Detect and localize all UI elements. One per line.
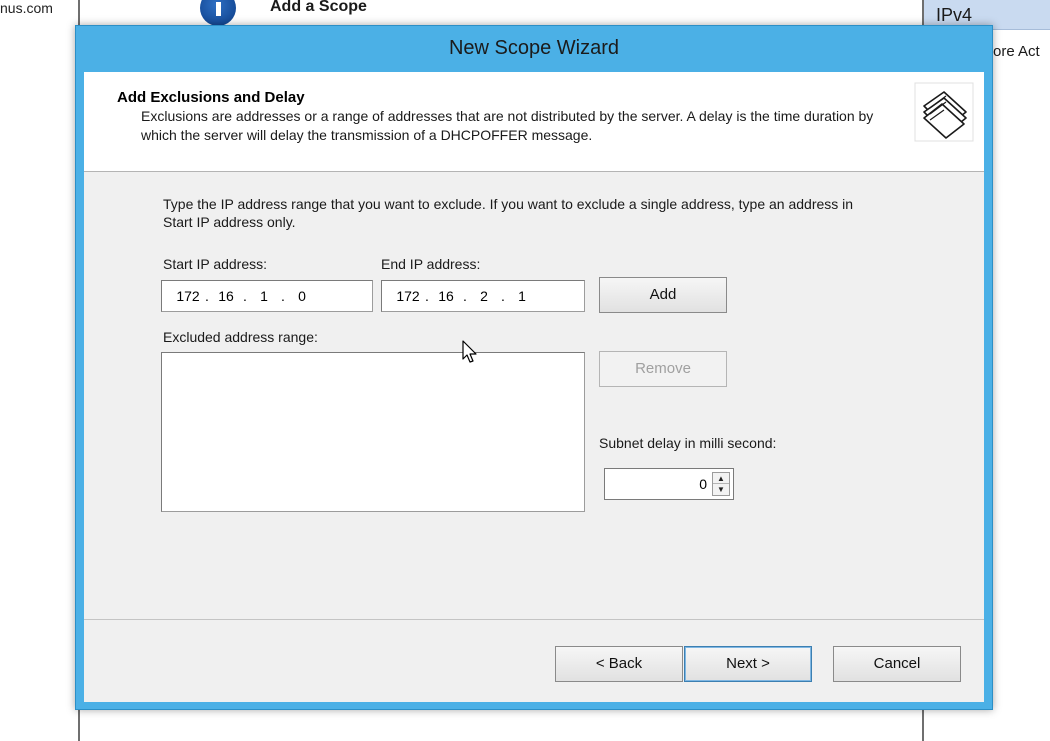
background-wizard-header: Add a Scope [80, 0, 922, 26]
cancel-button[interactable]: Cancel [833, 646, 961, 682]
start-ip-octet-4[interactable]: 0 [288, 288, 316, 304]
end-ip-input[interactable]: 172. 16. 2. 1 [381, 280, 585, 312]
add-button[interactable]: Add [599, 277, 727, 313]
folder-stack-icon [914, 82, 974, 142]
subnet-delay-value[interactable]: 0 [699, 476, 707, 492]
wizard-header-panel: Add Exclusions and Delay Exclusions are … [84, 72, 984, 172]
mouse-cursor-icon [462, 340, 478, 367]
spin-up-arrow-icon[interactable]: ▲ [713, 473, 729, 484]
dialog-title: New Scope Wizard [448, 37, 620, 59]
excluded-range-label: Excluded address range: [163, 329, 318, 345]
wizard-footer: < Back Next > Cancel [84, 619, 984, 702]
next-button[interactable]: Next > [684, 646, 812, 682]
end-ip-octet-4[interactable]: 1 [508, 288, 536, 304]
background-wizard-title: Add a Scope [270, 0, 367, 15]
start-ip-input[interactable]: 172. 16. 1. 0 [161, 280, 373, 312]
spin-down-arrow-icon[interactable]: ▼ [713, 484, 729, 495]
end-ip-label: End IP address: [381, 256, 481, 272]
excluded-range-list[interactable] [161, 352, 585, 512]
background-more-actions[interactable]: ore Act [993, 43, 1040, 60]
page-title: Add Exclusions and Delay [117, 89, 305, 106]
dialog-client-area: Add Exclusions and Delay Exclusions are … [84, 72, 984, 702]
end-ip-octet-1[interactable]: 172 [394, 288, 422, 304]
background-domain-text: nus.com [0, 0, 53, 16]
end-ip-octet-2[interactable]: 16 [432, 288, 460, 304]
subnet-delay-spinner[interactable]: 0 ▲ ▼ [604, 468, 734, 500]
start-ip-label: Start IP address: [163, 256, 268, 272]
new-scope-wizard-dialog: New Scope Wizard Add Exclusions and Dela… [75, 25, 993, 710]
start-ip-octet-3[interactable]: 1 [250, 288, 278, 304]
back-button[interactable]: < Back [555, 646, 683, 682]
end-ip-octet-3[interactable]: 2 [470, 288, 498, 304]
instructions-text: Type the IP address range that you want … [163, 196, 854, 230]
subnet-delay-label: Subnet delay in milli second: [599, 435, 777, 451]
wizard-body-panel: Type the IP address range that you want … [84, 173, 984, 619]
spinner-buttons: ▲ ▼ [712, 472, 730, 496]
remove-button[interactable]: Remove [599, 351, 727, 387]
page-description: Exclusions are addresses or a range of a… [141, 108, 874, 143]
start-ip-octet-2[interactable]: 16 [212, 288, 240, 304]
start-ip-octet-1[interactable]: 172 [174, 288, 202, 304]
wizard-info-icon [200, 0, 236, 26]
